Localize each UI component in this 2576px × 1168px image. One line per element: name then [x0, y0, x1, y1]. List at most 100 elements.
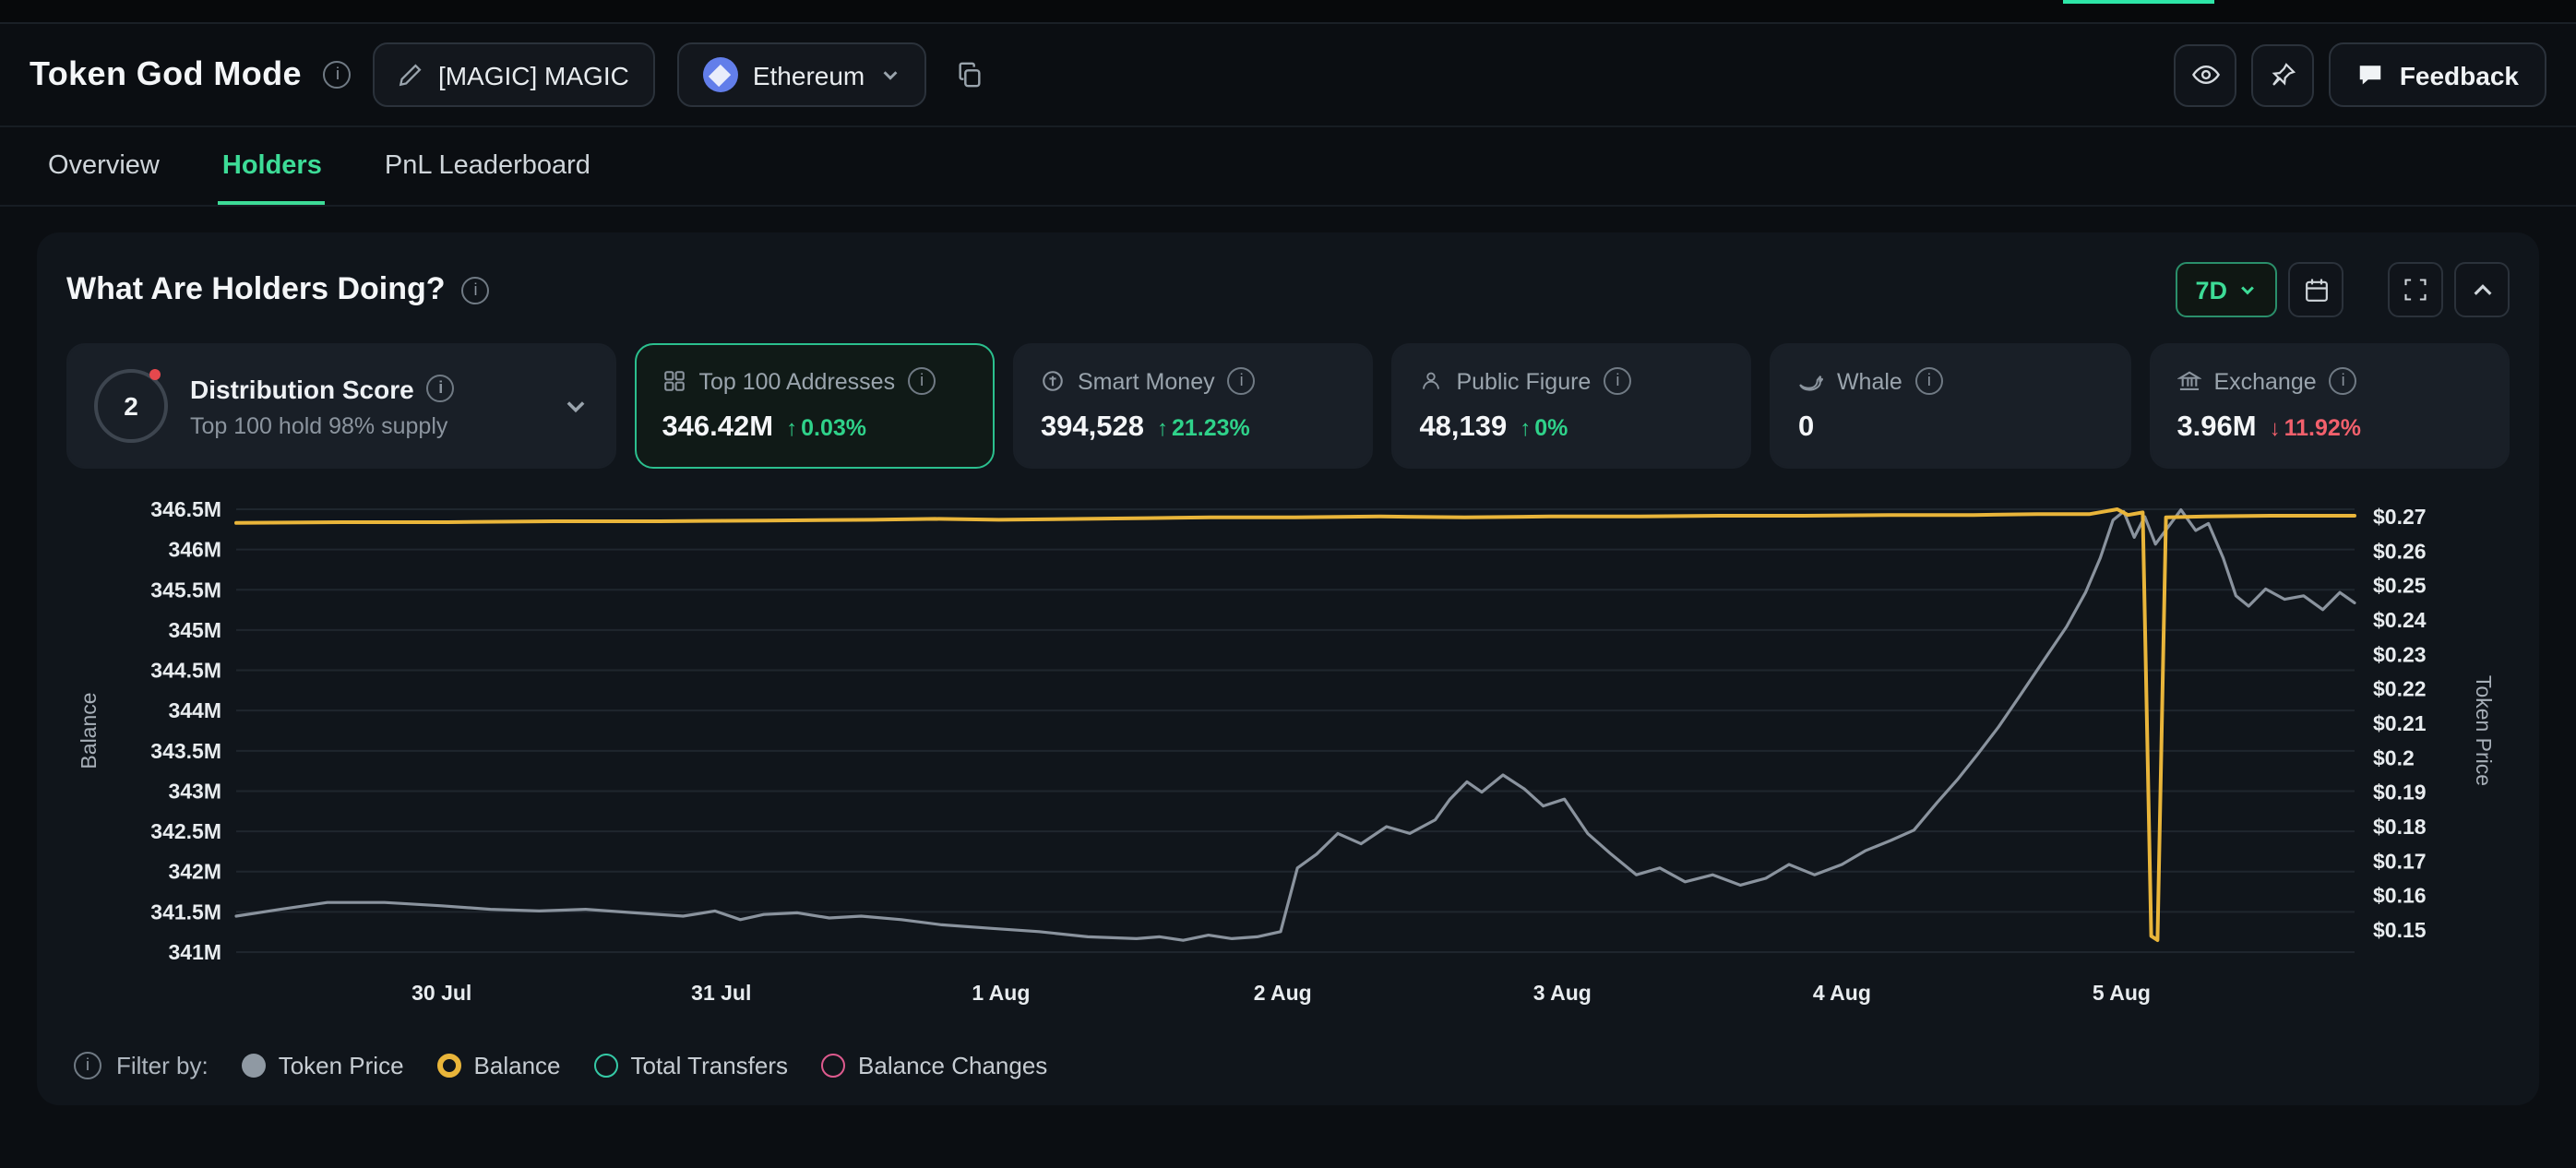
- stat-info-icon[interactable]: [2330, 367, 2357, 395]
- ethereum-icon: [703, 57, 738, 92]
- chevron-up-icon: [2470, 278, 2494, 302]
- stat-label: Exchange: [2213, 368, 2316, 394]
- panel-info-icon[interactable]: [462, 276, 490, 304]
- distribution-info-icon[interactable]: [427, 375, 455, 402]
- svg-text:343M: 343M: [168, 779, 221, 803]
- stat-card-top-100-addresses[interactable]: Top 100 Addresses 346.42M 0.03%: [634, 343, 995, 469]
- svg-text:2 Aug: 2 Aug: [1254, 981, 1312, 1005]
- stat-value: 394,528: [1041, 411, 1144, 445]
- whale-icon: [1798, 368, 1824, 394]
- svg-text:344.5M: 344.5M: [150, 659, 221, 683]
- svg-text:$0.22: $0.22: [2373, 677, 2427, 701]
- stat-label: Smart Money: [1078, 368, 1215, 394]
- token-selector[interactable]: [MAGIC] MAGIC: [374, 42, 655, 107]
- stat-label: Public Figure: [1456, 368, 1591, 394]
- radio-icon: [821, 1054, 845, 1078]
- smart-money-icon: [1041, 369, 1065, 393]
- stat-info-icon[interactable]: [1228, 367, 1256, 395]
- timeframe-value: 7D: [2195, 276, 2227, 304]
- tab-overview[interactable]: Overview: [44, 127, 163, 205]
- filter-label: Filter by:: [116, 1052, 209, 1079]
- svg-text:30 Jul: 30 Jul: [411, 981, 471, 1005]
- svg-text:346M: 346M: [168, 538, 221, 562]
- distribution-score-value: 2: [124, 391, 138, 421]
- calendar-icon: [2302, 276, 2330, 304]
- dual-axis-line-chart[interactable]: 346.5M346M345.5M345M344.5M344M343.5M343M…: [66, 491, 2502, 1037]
- stat-value: 48,139: [1419, 411, 1507, 445]
- filter-info-icon[interactable]: [74, 1052, 101, 1079]
- filter-balance-changes[interactable]: Balance Changes: [821, 1052, 1047, 1079]
- svg-text:$0.21: $0.21: [2373, 711, 2427, 735]
- chat-icon: [2357, 61, 2385, 89]
- holders-chart[interactable]: 346.5M346M345.5M345M344.5M344M343.5M343M…: [66, 491, 2510, 1037]
- bank-icon: [2176, 369, 2200, 393]
- distribution-score-label: Distribution Score: [190, 374, 414, 403]
- svg-text:346.5M: 346.5M: [150, 497, 221, 521]
- timeframe-select[interactable]: 7D: [2175, 262, 2277, 317]
- svg-text:$0.23: $0.23: [2373, 642, 2427, 666]
- svg-text:345.5M: 345.5M: [150, 578, 221, 602]
- chevron-down-icon: [2238, 280, 2257, 299]
- grid-icon: [662, 369, 686, 393]
- tab-pnl-leaderboard[interactable]: PnL Leaderboard: [381, 127, 594, 205]
- collapse-button[interactable]: [2454, 262, 2510, 317]
- distribution-score-card[interactable]: 2 Distribution Score Top 100 hold 98% su…: [66, 343, 615, 469]
- watch-button[interactable]: [2175, 43, 2237, 106]
- page-title: Token God Mode: [30, 55, 302, 94]
- pin-button[interactable]: [2252, 43, 2315, 106]
- stat-card-whale[interactable]: Whale 0: [1771, 343, 2131, 469]
- svg-text:Balance: Balance: [77, 692, 101, 769]
- stat-card-exchange[interactable]: Exchange 3.96M 11.92%: [2149, 343, 2510, 469]
- stat-value: 0: [1798, 411, 1814, 445]
- distribution-subtitle: Top 100 hold 98% supply: [190, 412, 540, 438]
- calendar-button[interactable]: [2288, 262, 2343, 317]
- svg-text:342M: 342M: [168, 860, 221, 884]
- stat-label: Top 100 Addresses: [698, 368, 895, 394]
- stat-change: 11.92%: [2270, 415, 2361, 441]
- filter-option-label: Balance: [474, 1052, 561, 1079]
- svg-text:$0.25: $0.25: [2373, 574, 2427, 598]
- svg-text:$0.15: $0.15: [2373, 918, 2427, 942]
- radio-icon: [437, 1054, 461, 1078]
- page-info-icon[interactable]: [324, 61, 352, 89]
- svg-text:$0.18: $0.18: [2373, 815, 2427, 839]
- fullscreen-button[interactable]: [2388, 262, 2443, 317]
- filter-token-price[interactable]: Token Price: [242, 1052, 404, 1079]
- stat-change: 0.03%: [786, 415, 866, 441]
- chain-name: Ethereum: [753, 60, 865, 89]
- feedback-label: Feedback: [2400, 60, 2519, 89]
- copy-button[interactable]: [948, 54, 990, 96]
- public-figure-icon: [1419, 369, 1443, 393]
- edit-icon: [400, 63, 423, 87]
- svg-text:$0.19: $0.19: [2373, 781, 2427, 804]
- stat-info-icon[interactable]: [1915, 367, 1943, 395]
- svg-text:345M: 345M: [168, 618, 221, 642]
- expand-icon: [2403, 277, 2428, 303]
- top-strip: [0, 0, 2576, 24]
- stat-info-icon[interactable]: [1604, 367, 1631, 395]
- feedback-button[interactable]: Feedback: [2330, 42, 2546, 107]
- app: Token God Mode [MAGIC] MAGIC Ethereum: [0, 0, 2576, 1168]
- chevron-down-icon: [562, 393, 588, 419]
- filter-balance[interactable]: Balance: [437, 1052, 561, 1079]
- panel-controls: 7D: [2175, 262, 2510, 317]
- stat-change: 21.23%: [1157, 415, 1250, 441]
- filter-option-label: Total Transfers: [631, 1052, 789, 1079]
- radio-icon: [594, 1054, 618, 1078]
- app-header: Token God Mode [MAGIC] MAGIC Ethereum: [0, 24, 2576, 127]
- stat-card-public-figure[interactable]: Public Figure 48,139 0%: [1391, 343, 1752, 469]
- stat-info-icon[interactable]: [908, 367, 936, 395]
- stat-change: 0%: [1520, 415, 1568, 441]
- svg-text:$0.2: $0.2: [2373, 745, 2415, 769]
- score-alert-dot: [149, 369, 161, 380]
- progress-indicator: [2063, 0, 2214, 4]
- filter-total-transfers[interactable]: Total Transfers: [594, 1052, 789, 1079]
- panel-header: What Are Holders Doing? 7D: [66, 262, 2510, 317]
- header-left: Token God Mode [MAGIC] MAGIC Ethereum: [30, 42, 990, 107]
- chain-selector[interactable]: Ethereum: [677, 42, 925, 107]
- stat-label: Whale: [1837, 368, 1902, 394]
- svg-text:344M: 344M: [168, 698, 221, 722]
- tab-holders[interactable]: Holders: [219, 127, 326, 205]
- svg-text:341.5M: 341.5M: [150, 900, 221, 924]
- stat-card-smart-money[interactable]: Smart Money 394,528 21.23%: [1013, 343, 1374, 469]
